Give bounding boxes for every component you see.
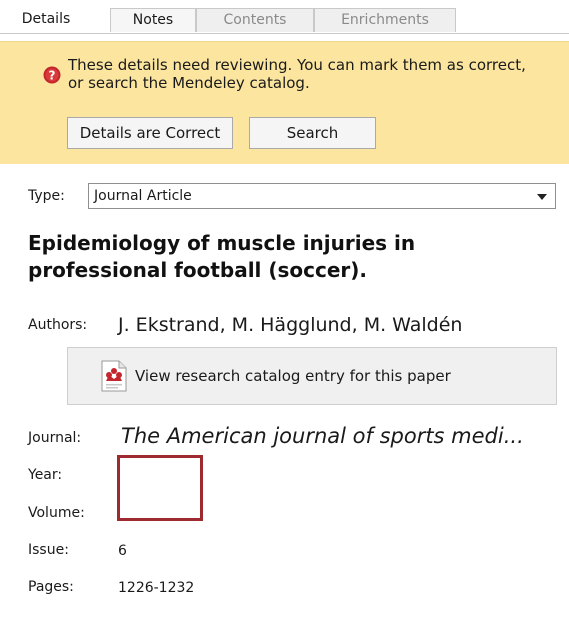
year-label: Year: [28,467,63,483]
view-catalog-entry-button[interactable]: View research catalog entry for this pap… [67,347,557,405]
type-value: Journal Article [94,188,192,204]
tab-notes[interactable]: Notes [110,8,196,32]
tab-details[interactable]: Details [18,8,74,32]
journal-label: Journal: [28,430,82,446]
pages-value[interactable]: 1226-1232 [118,580,194,596]
authors-value[interactable]: J. Ekstrand, M. Hägglund, M. Waldén [118,314,462,336]
review-banner: ? These details need reviewing. You can … [0,41,569,164]
paper-title[interactable]: Epidemiology of muscle injuries in profe… [28,230,548,284]
mendeley-document-icon [101,360,127,392]
chevron-down-icon [537,194,547,200]
volume-label: Volume: [28,505,85,521]
tab-enrichments[interactable]: Enrichments [314,8,456,32]
search-catalog-button[interactable]: Search [249,117,376,149]
catalog-button-label: View research catalog entry for this pap… [135,367,451,385]
pages-label: Pages: [28,579,74,595]
review-message: These details need reviewing. You can ma… [68,56,526,92]
tab-contents[interactable]: Contents [196,8,314,32]
journal-value[interactable]: The American journal of sports medi... [121,424,524,448]
issue-label: Issue: [28,542,69,558]
authors-label: Authors: [28,317,88,333]
svg-text:?: ? [49,69,56,83]
type-label: Type: [28,188,65,204]
tab-bar: Details Notes Contents Enrichments [0,0,569,34]
type-select[interactable]: Journal Article [88,183,556,209]
highlight-box [117,455,203,521]
details-correct-button[interactable]: Details are Correct [67,117,233,149]
issue-value[interactable]: 6 [118,543,127,559]
tab-divider [0,33,569,34]
warning-icon: ? [43,66,61,84]
